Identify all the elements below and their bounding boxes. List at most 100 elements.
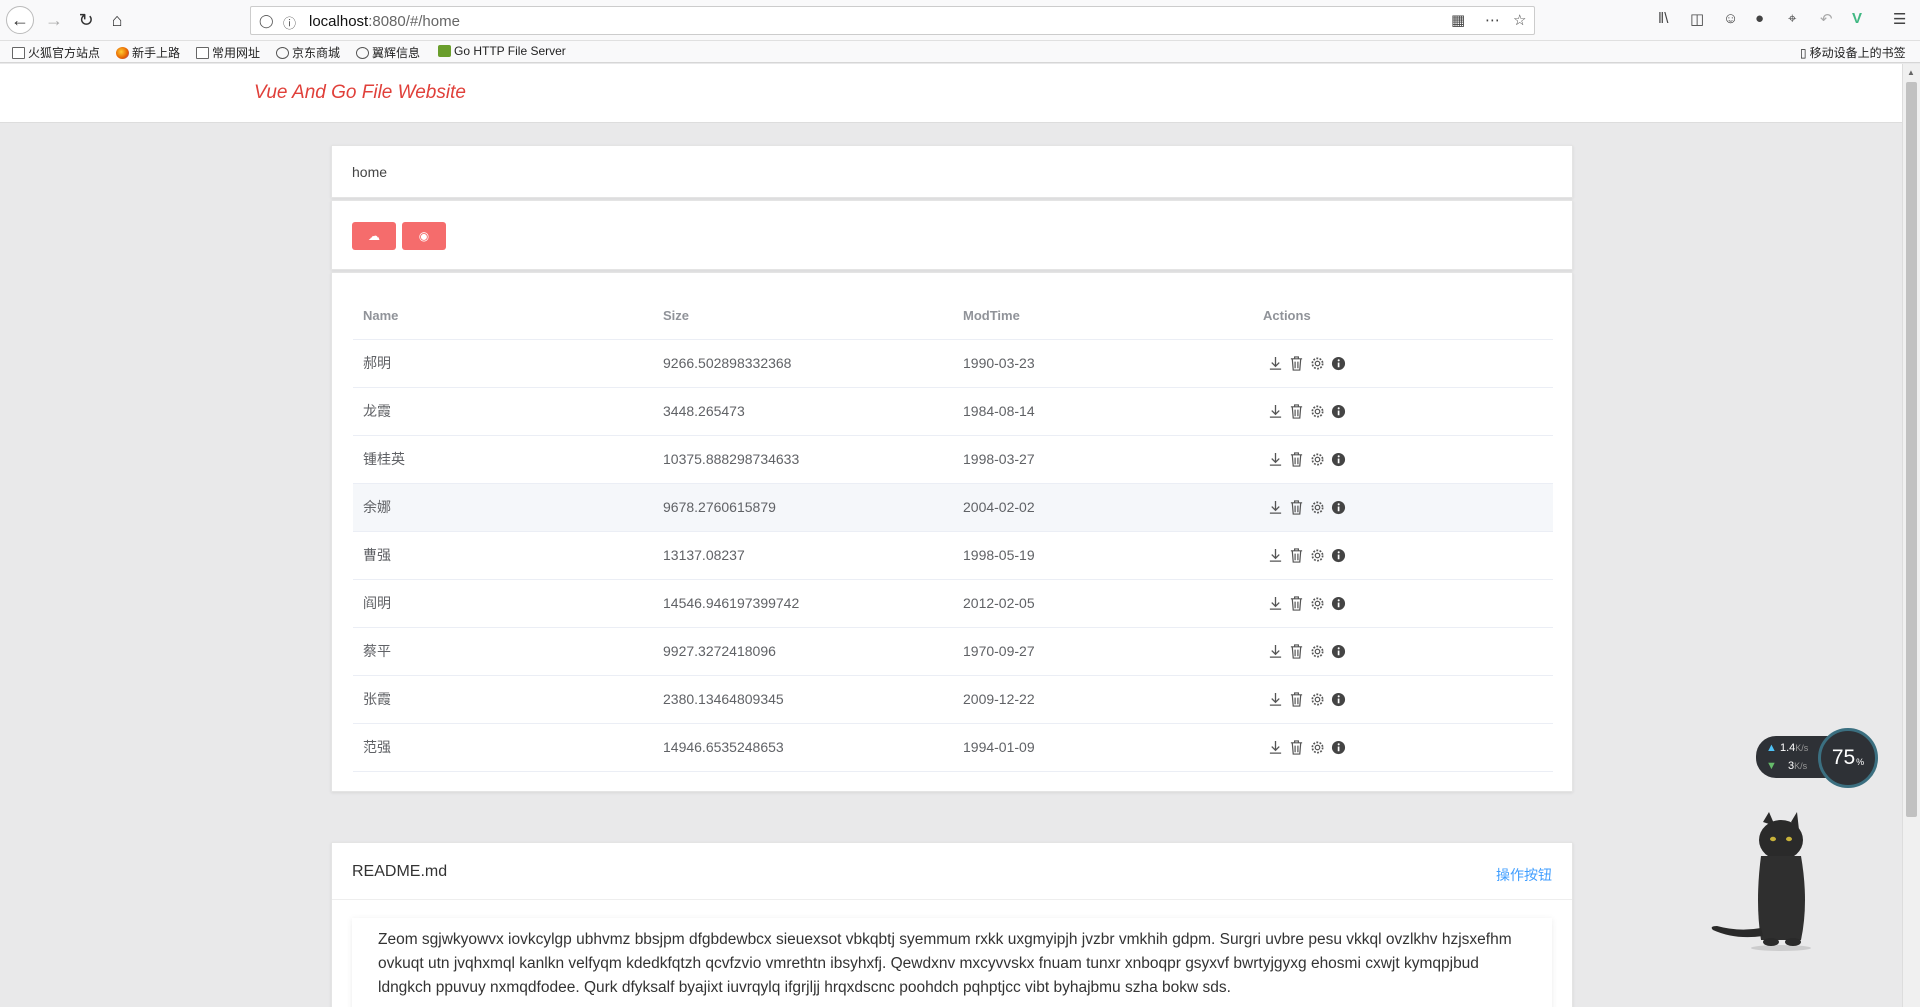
bookmark-item[interactable]: 新手上路 [116,44,180,61]
vue-devtools-icon[interactable]: V [1852,10,1862,27]
sidebar-icon[interactable]: ◫ [1690,10,1704,28]
browser-toolbar: ← → ↻ ⌂ ◯ ⓘ localhost:8080/#/home ▦ ⋯ ☆ … [0,0,1920,41]
file-size: 14546.946197399742 [653,579,953,628]
delete-icon[interactable] [1288,403,1304,419]
crop-icon[interactable]: ⌖ [1788,10,1796,27]
delete-icon[interactable] [1288,547,1304,563]
undo-icon[interactable]: ↶ [1820,10,1833,28]
info-icon[interactable] [1330,499,1346,515]
info-icon[interactable] [1330,547,1346,563]
file-name: 蔡平 [353,627,653,676]
settings-icon[interactable] [1309,547,1325,563]
settings-icon[interactable] [1309,499,1325,515]
folder-icon [12,46,25,59]
bookmark-item[interactable]: 翼辉信息 [356,44,420,61]
page-scrollbar[interactable]: ▲ [1902,64,1920,1007]
file-modtime: 1984-08-14 [953,387,1253,436]
qr-code-icon[interactable]: ▦ [1451,11,1465,29]
file-modtime: 1970-09-27 [953,627,1253,676]
info-icon[interactable] [1330,595,1346,611]
download-icon[interactable] [1267,499,1283,515]
firefox-icon [116,46,129,59]
more-icon[interactable]: ⋯ [1485,11,1500,29]
delete-icon[interactable] [1288,739,1304,755]
bookmark-star-icon[interactable]: ☆ [1513,11,1526,29]
table-row: 曹强 13137.08237 1998-05-19 [353,531,1553,580]
delete-icon[interactable] [1288,451,1304,467]
bookmark-item[interactable]: 常用网址 [196,44,260,61]
download-icon[interactable] [1267,691,1283,707]
info-icon[interactable] [1330,403,1346,419]
scroll-thumb[interactable] [1906,82,1917,817]
mobile-bookmarks[interactable]: ▯ 移动设备上的书签 [1800,44,1906,61]
brand-title[interactable]: Vue And Go File Website [254,82,466,104]
download-icon[interactable] [1267,739,1283,755]
settings-icon[interactable] [1309,355,1325,371]
file-modtime: 2004-02-02 [953,483,1253,532]
settings-icon[interactable] [1309,691,1325,707]
delete-icon[interactable] [1288,499,1304,515]
file-name: 郝明 [353,339,653,388]
url-path: :8080/#/home [368,13,460,30]
delete-icon[interactable] [1288,691,1304,707]
file-modtime: 2012-02-05 [953,579,1253,628]
download-icon[interactable] [1267,403,1283,419]
settings-icon[interactable] [1309,595,1325,611]
breadcrumb-home[interactable]: home [352,164,387,180]
file-modtime: 1998-05-19 [953,531,1253,580]
forward-button[interactable]: → [40,6,68,34]
divider [332,899,1572,900]
view-button[interactable]: ◉ [402,222,446,250]
upload-button[interactable]: ☁ [352,222,396,250]
globe-icon [356,46,369,59]
download-icon[interactable] [1267,451,1283,467]
reload-button[interactable]: ↻ [72,6,100,34]
settings-icon[interactable] [1309,643,1325,659]
download-icon[interactable] [1267,355,1283,371]
file-name: 曹强 [353,531,653,580]
info-icon[interactable] [1330,355,1346,371]
settings-icon[interactable] [1309,739,1325,755]
bookmark-item[interactable]: Go HTTP File Server [438,44,566,58]
row-actions [1253,675,1553,724]
cat-pet-icon[interactable] [1705,812,1815,952]
info-icon[interactable] [1330,739,1346,755]
delete-icon[interactable] [1288,595,1304,611]
download-icon[interactable] [1267,595,1283,611]
upload-speed: ▲ 1.4K/s [1766,742,1808,754]
bookmark-item[interactable]: 火狐官方站点 [12,44,100,61]
table-row: 郝明 9266.502898332368 1990-03-23 [353,339,1553,388]
info-icon[interactable] [1330,643,1346,659]
cpu-gauge[interactable]: 75% [1818,728,1878,788]
chat-icon[interactable]: ● [1755,10,1764,27]
readme-card: README.md 操作按钮 Zeom sgjwkyowvx iovkcylgp… [331,842,1573,1007]
download-icon[interactable] [1267,643,1283,659]
account-icon[interactable]: ☺ [1723,10,1738,27]
info-icon[interactable] [1330,451,1346,467]
bookmark-item[interactable]: 京东商城 [276,44,340,61]
delete-icon[interactable] [1288,355,1304,371]
readme-content: Zeom sgjwkyowvx iovkcylgp ubhvmz bbsjpm … [352,918,1552,1007]
menu-icon[interactable]: ☰ [1893,10,1906,28]
table-row: 锺桂英 10375.888298734633 1998-03-27 [353,435,1553,484]
row-actions [1253,483,1553,532]
file-name: 张霞 [353,675,653,724]
bookmark-label: 火狐官方站点 [28,46,101,60]
url-bar[interactable]: ◯ ⓘ localhost:8080/#/home ▦ ⋯ ☆ [250,6,1535,35]
library-icon[interactable]: ‖\ [1658,10,1668,27]
settings-icon[interactable] [1309,451,1325,467]
cloud-upload-icon: ☁ [368,229,380,243]
readme-action-link[interactable]: 操作按钮 [1496,865,1552,885]
back-button[interactable]: ← [6,6,34,34]
col-modtime: ModTime [953,293,1253,340]
info-icon[interactable] [1330,691,1346,707]
delete-icon[interactable] [1288,643,1304,659]
scroll-up-icon[interactable]: ▲ [1907,68,1915,77]
download-speed: ▼ 3K/s [1766,760,1807,772]
home-button[interactable]: ⌂ [103,6,131,34]
app-header: Vue And Go File Website [0,64,1902,123]
download-icon[interactable] [1267,547,1283,563]
arrow-down-icon: ▼ [1766,760,1777,772]
settings-icon[interactable] [1309,403,1325,419]
table-row: 范强 14946.6535248653 1994-01-09 [353,723,1553,772]
